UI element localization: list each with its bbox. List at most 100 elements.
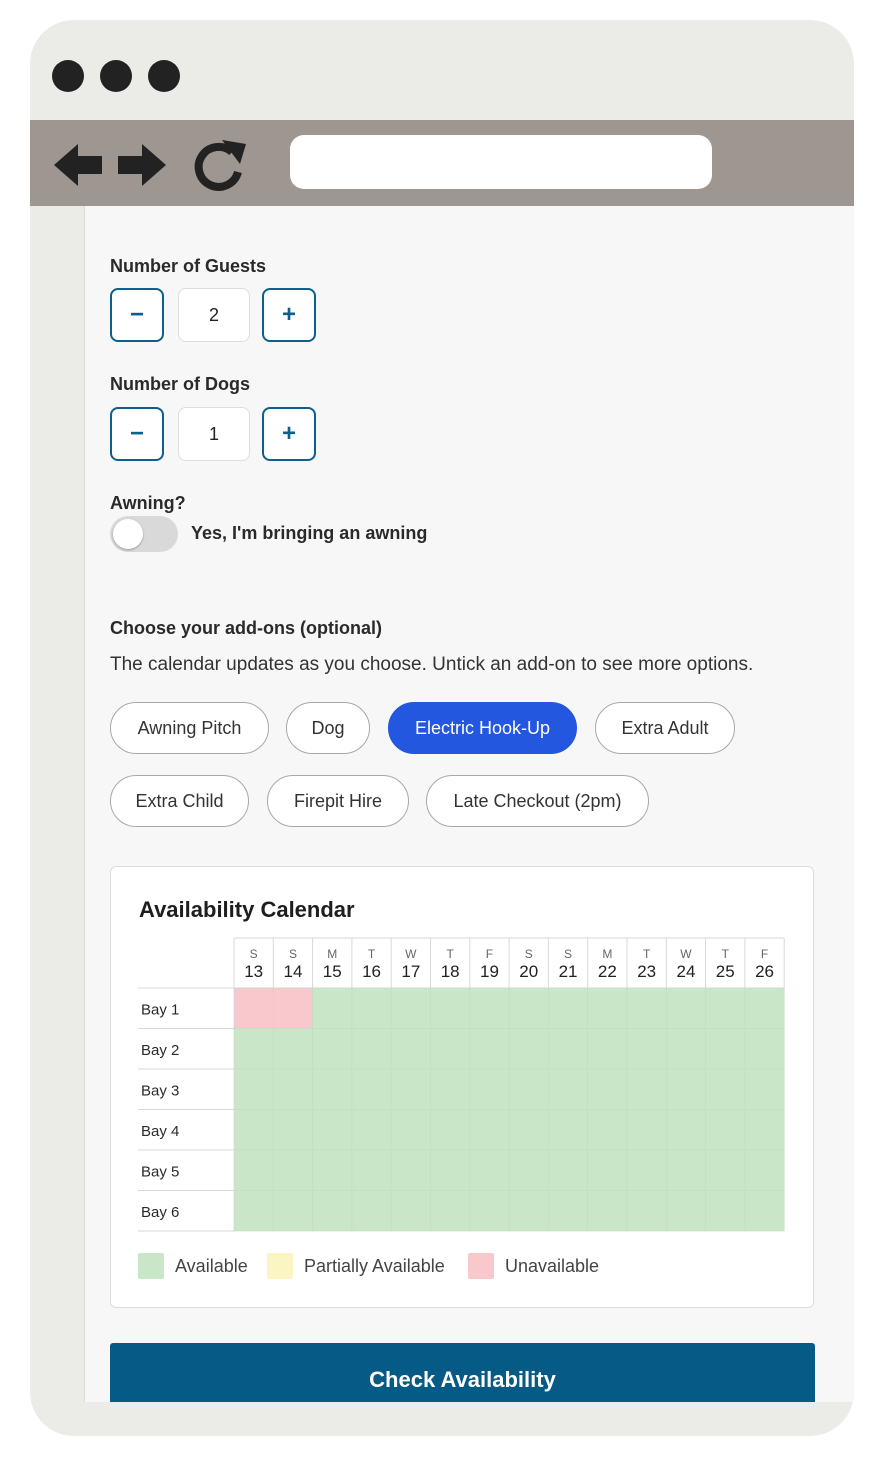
calendar-cell[interactable] xyxy=(626,1149,667,1191)
calendar-cell[interactable] xyxy=(351,987,392,1029)
calendar-cell[interactable] xyxy=(469,1190,510,1232)
dogs-increment-button[interactable]: + xyxy=(262,407,316,461)
calendar-cell[interactable] xyxy=(469,1109,510,1151)
addon-chip-awning-pitch[interactable]: Awning Pitch xyxy=(110,702,269,754)
calendar-cell[interactable] xyxy=(351,1068,392,1110)
calendar-cell[interactable] xyxy=(705,1068,746,1110)
calendar-cell[interactable] xyxy=(705,987,746,1029)
calendar-cell[interactable] xyxy=(548,1190,588,1232)
calendar-cell[interactable] xyxy=(508,1028,549,1070)
calendar-cell[interactable] xyxy=(233,1149,274,1191)
calendar-cell[interactable] xyxy=(430,987,471,1029)
calendar-cell[interactable] xyxy=(587,1068,628,1110)
calendar-cell[interactable] xyxy=(508,987,549,1029)
calendar-cell[interactable] xyxy=(744,1109,785,1151)
calendar-cell[interactable] xyxy=(665,1109,706,1151)
dogs-value[interactable]: 1 xyxy=(178,407,250,461)
calendar-cell[interactable] xyxy=(390,987,431,1029)
address-bar[interactable] xyxy=(290,135,712,189)
back-arrow-icon[interactable] xyxy=(52,138,112,192)
awning-toggle-label[interactable]: Yes, I'm bringing an awning xyxy=(191,523,427,544)
calendar-cell[interactable] xyxy=(587,1028,628,1070)
calendar-cell[interactable] xyxy=(705,1028,746,1070)
calendar-cell[interactable] xyxy=(469,987,510,1029)
calendar-cell[interactable] xyxy=(430,1190,471,1232)
calendar-cell[interactable] xyxy=(508,1109,549,1151)
dogs-decrement-button[interactable]: − xyxy=(110,407,164,461)
calendar-cell[interactable] xyxy=(587,1190,628,1232)
calendar-cell[interactable] xyxy=(626,1068,667,1110)
calendar-cell[interactable] xyxy=(744,1028,785,1070)
calendar-cell[interactable] xyxy=(469,1149,510,1191)
calendar-cell[interactable] xyxy=(705,1190,746,1232)
calendar-cell[interactable] xyxy=(312,1190,353,1232)
calendar-cell[interactable] xyxy=(390,1149,431,1191)
forward-arrow-icon[interactable] xyxy=(112,138,172,192)
calendar-cell[interactable] xyxy=(351,1028,392,1070)
calendar-cell[interactable] xyxy=(744,1068,785,1110)
awning-toggle[interactable] xyxy=(110,516,178,552)
calendar-cell[interactable] xyxy=(233,1068,274,1110)
calendar-cell[interactable] xyxy=(273,1109,313,1151)
calendar-cell[interactable] xyxy=(548,1149,588,1191)
calendar-cell[interactable] xyxy=(390,1028,431,1070)
check-availability-button[interactable]: Check Availability xyxy=(110,1343,815,1402)
calendar-cell[interactable] xyxy=(430,1109,471,1151)
addon-chip-late-checkout[interactable]: Late Checkout (2pm) xyxy=(426,775,649,827)
calendar-cell[interactable] xyxy=(469,1028,510,1070)
guests-value[interactable]: 2 xyxy=(178,288,250,342)
calendar-cell[interactable] xyxy=(508,1190,549,1232)
calendar-cell[interactable] xyxy=(390,1190,431,1232)
calendar-cell[interactable] xyxy=(273,1028,313,1070)
calendar-cell[interactable] xyxy=(626,1109,667,1151)
calendar-cell[interactable] xyxy=(351,1190,392,1232)
calendar-cell[interactable] xyxy=(233,1109,274,1151)
calendar-cell[interactable] xyxy=(665,1068,706,1110)
calendar-cell[interactable] xyxy=(430,1068,471,1110)
calendar-cell[interactable] xyxy=(312,1068,353,1110)
calendar-cell[interactable] xyxy=(273,1068,313,1110)
addon-chip-extra-child[interactable]: Extra Child xyxy=(110,775,249,827)
calendar-cell[interactable] xyxy=(626,1028,667,1070)
addon-chip-electric-hook-up[interactable]: Electric Hook-Up xyxy=(388,702,577,754)
calendar-cell[interactable] xyxy=(705,1149,746,1191)
calendar-cell[interactable] xyxy=(626,987,667,1029)
calendar-cell[interactable] xyxy=(744,987,785,1029)
calendar-cell[interactable] xyxy=(587,1149,628,1191)
calendar-cell[interactable] xyxy=(233,987,274,1029)
calendar-cell[interactable] xyxy=(587,987,628,1029)
calendar-cell[interactable] xyxy=(233,1190,274,1232)
calendar-cell[interactable] xyxy=(312,1149,353,1191)
addon-chip-extra-adult[interactable]: Extra Adult xyxy=(595,702,735,754)
calendar-cell[interactable] xyxy=(233,1028,274,1070)
calendar-cell[interactable] xyxy=(548,1068,588,1110)
calendar-cell[interactable] xyxy=(273,1149,313,1191)
calendar-cell[interactable] xyxy=(548,1028,588,1070)
addon-chip-dog[interactable]: Dog xyxy=(286,702,370,754)
calendar-cell[interactable] xyxy=(626,1190,667,1232)
calendar-cell[interactable] xyxy=(508,1149,549,1191)
calendar-cell[interactable] xyxy=(548,987,588,1029)
guests-increment-button[interactable]: + xyxy=(262,288,316,342)
calendar-cell[interactable] xyxy=(312,987,353,1029)
calendar-cell[interactable] xyxy=(665,1149,706,1191)
calendar-cell[interactable] xyxy=(665,1190,706,1232)
calendar-cell[interactable] xyxy=(705,1109,746,1151)
calendar-cell[interactable] xyxy=(430,1028,471,1070)
calendar-cell[interactable] xyxy=(665,987,706,1029)
calendar-cell[interactable] xyxy=(390,1068,431,1110)
addon-chip-firepit-hire[interactable]: Firepit Hire xyxy=(267,775,409,827)
calendar-cell[interactable] xyxy=(744,1149,785,1191)
calendar-cell[interactable] xyxy=(548,1109,588,1151)
calendar-cell[interactable] xyxy=(390,1109,431,1151)
calendar-cell[interactable] xyxy=(312,1109,353,1151)
calendar-cell[interactable] xyxy=(744,1190,785,1232)
calendar-cell[interactable] xyxy=(312,1028,353,1070)
calendar-cell[interactable] xyxy=(508,1068,549,1110)
calendar-cell[interactable] xyxy=(430,1149,471,1191)
reload-icon[interactable] xyxy=(190,138,250,192)
calendar-cell[interactable] xyxy=(469,1068,510,1110)
calendar-cell[interactable] xyxy=(587,1109,628,1151)
calendar-cell[interactable] xyxy=(351,1109,392,1151)
calendar-cell[interactable] xyxy=(273,987,313,1029)
